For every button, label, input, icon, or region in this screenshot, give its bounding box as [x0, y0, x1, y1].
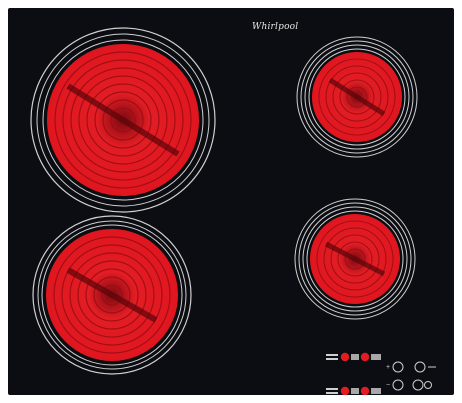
plus-symbol: + — [386, 364, 390, 371]
zone-indicator — [326, 388, 338, 390]
level-indicator — [371, 388, 381, 394]
zone-indicator — [326, 358, 338, 360]
zone-front-left-medium[interactable] — [32, 215, 192, 375]
power-icon — [424, 381, 432, 389]
power-knob[interactable] — [360, 386, 370, 395]
minus-symbol: − — [386, 382, 390, 389]
power-knob[interactable] — [360, 352, 370, 362]
cooktop-drawing: + − — [30, 27, 436, 395]
minus-button[interactable] — [392, 379, 404, 391]
control-panel: + − — [326, 352, 436, 395]
zone-back-left-large[interactable] — [30, 27, 216, 213]
cooktop-surface: Whirlpool + − — [8, 8, 454, 395]
zone-indicator — [326, 392, 338, 394]
level-indicator — [351, 354, 359, 360]
lock-button[interactable] — [414, 361, 426, 373]
onoff-button[interactable] — [412, 379, 424, 391]
level-indicator — [351, 388, 359, 394]
plus-button[interactable] — [392, 361, 404, 373]
zone-back-right-small[interactable] — [296, 36, 418, 158]
power-knob[interactable] — [340, 352, 350, 362]
level-indicator — [371, 354, 381, 360]
power-knob[interactable] — [340, 386, 350, 395]
zone-front-right-medium[interactable] — [294, 198, 416, 320]
zone-indicator — [326, 354, 338, 356]
